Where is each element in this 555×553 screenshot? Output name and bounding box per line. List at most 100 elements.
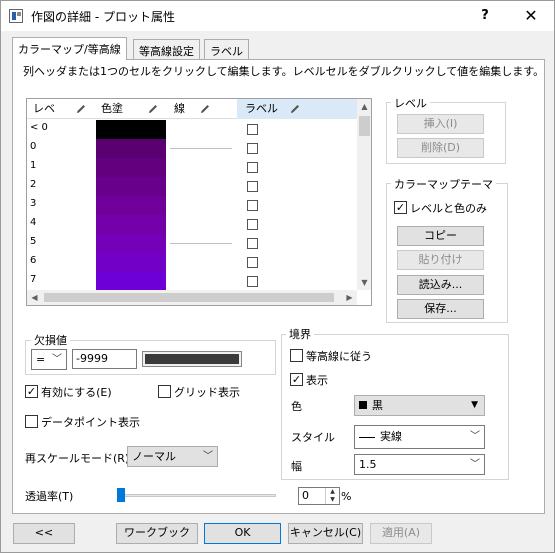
cancel-button[interactable]: キャンセル(C) [288,523,363,544]
transparency-slider-thumb[interactable] [117,488,125,502]
row-label-checkbox[interactable] [247,162,258,173]
row-label-checkbox[interactable] [247,181,258,192]
missing-value-title: 欠損値 [31,332,70,348]
pencil-icon[interactable] [147,103,159,115]
pencil-icon[interactable] [289,103,301,115]
spin-down-icon[interactable]: ▼ [326,496,339,504]
row-label-checkbox[interactable] [247,200,258,211]
scroll-down-icon[interactable]: ▼ [357,275,371,290]
show-datapoints-checkbox[interactable] [25,415,38,428]
scroll-thumb[interactable] [359,116,370,136]
boundary-style-value: 実線 [380,430,402,443]
row-label-checkbox[interactable] [247,238,258,249]
header-label-label: ラベル [245,102,278,115]
row-label-checkbox[interactable] [247,219,258,230]
row-fill-color[interactable] [96,196,166,215]
levels-colors-only-checkbox[interactable]: ✓ [394,201,407,214]
row-contour-line[interactable] [170,243,232,244]
boundary-width-label: 幅 [291,460,302,473]
table-row[interactable]: 2 [27,177,357,196]
row-level[interactable]: 4 [30,217,36,228]
tab-colormap-contour[interactable]: カラーマップ/等高線 [12,37,127,60]
row-label-checkbox[interactable] [247,124,258,135]
row-label-checkbox[interactable] [247,257,258,268]
help-button[interactable]: ? [473,5,497,27]
spin-up-icon[interactable]: ▲ [326,488,339,496]
ok-button[interactable]: OK [204,523,281,544]
row-fill-color[interactable] [96,120,166,139]
scroll-thumb[interactable] [44,293,334,302]
row-level[interactable]: 6 [30,255,36,266]
transparency-unit: % [341,490,352,503]
missing-color-swatch[interactable] [142,351,242,367]
boundary-style-select[interactable]: 実線 ﹀ [354,425,485,449]
boundary-width-select[interactable]: 1.5 ﹀ [354,454,485,475]
row-level[interactable]: < 0 [30,122,48,133]
row-level[interactable]: 0 [30,141,36,152]
row-level[interactable]: 2 [30,179,36,190]
row-contour-line[interactable] [170,148,232,149]
row-fill-color[interactable] [96,234,166,253]
chevron-down-icon: ﹀ [470,431,480,442]
horizontal-scrollbar[interactable]: ◀ ▶ [27,290,357,305]
collapse-button[interactable]: << [13,523,75,544]
table-row[interactable]: 6 [27,253,357,272]
table-row[interactable]: 3 [27,196,357,215]
close-button[interactable]: ✕ [516,5,546,27]
paste-button[interactable]: 貼り付け [397,250,484,270]
enable-checkbox[interactable]: ✓ [25,385,38,398]
workbook-button[interactable]: ワークブック [116,523,198,544]
boundary-title: 境界 [286,326,314,342]
row-fill-color[interactable] [96,158,166,177]
row-fill-color[interactable] [96,272,166,291]
chevron-down-icon: ﹀ [203,451,213,462]
follow-contour-checkbox[interactable] [290,349,303,362]
table-row[interactable]: 0 [27,139,357,158]
transparency-value: 0 [302,489,309,502]
apply-button[interactable]: 適用(A) [370,523,432,544]
spin-buttons[interactable]: ▲ ▼ [325,488,339,504]
delete-button[interactable]: 削除(D) [397,138,484,158]
table-row[interactable]: 7 [27,272,357,291]
dialog-window: 作図の詳細 - プロット属性 ? ✕ カラーマップ/等高線 等高線設定 ラベル … [0,0,555,553]
grid-show-label: グリッド表示 [174,386,240,399]
row-level[interactable]: 7 [30,274,36,285]
row-level[interactable]: 3 [30,198,36,209]
row-fill-color[interactable] [96,177,166,196]
missing-value-input[interactable]: -9999 [72,349,137,369]
row-fill-color[interactable] [96,215,166,234]
scroll-left-icon[interactable]: ◀ [27,290,42,305]
vertical-scrollbar[interactable]: ▲ ▼ [357,99,371,290]
table-row[interactable]: < 0 [27,120,357,139]
row-fill-color[interactable] [96,139,166,158]
level-grid[interactable]: レベ 色塗 線 ラベル < 0012345678 ▲ ▼ ◀ ▶ [26,98,372,306]
row-level[interactable]: 5 [30,236,36,247]
scroll-right-icon[interactable]: ▶ [342,290,357,305]
table-row[interactable]: 5 [27,234,357,253]
tab-labels[interactable]: ラベル [204,39,249,59]
row-level[interactable]: 1 [30,160,36,171]
insert-button[interactable]: 挿入(I) [397,114,484,134]
triangle-down-icon: ▼ [471,400,478,410]
pencil-icon[interactable] [199,103,211,115]
missing-operator-select[interactable]: = ﹀ [31,349,67,370]
table-row[interactable]: 1 [27,158,357,177]
show-boundary-checkbox[interactable]: ✓ [290,373,303,386]
row-label-checkbox[interactable] [247,143,258,154]
scroll-up-icon[interactable]: ▲ [357,99,371,114]
follow-contour-label: 等高線に従う [306,350,372,363]
row-label-checkbox[interactable] [247,276,258,287]
instruction-text: 列ヘッダまたは1つのセルをクリックして編集します。レベルセルをダブルクリックして… [23,65,545,78]
table-row[interactable]: 4 [27,215,357,234]
save-button[interactable]: 保存... [397,299,484,319]
boundary-color-select[interactable]: 黒 ▼ [354,395,485,416]
grid-show-checkbox[interactable] [158,385,171,398]
pencil-icon[interactable] [75,103,87,115]
tab-contour-settings[interactable]: 等高線設定 [133,39,200,59]
rescale-mode-select[interactable]: ノーマル ﹀ [127,446,218,467]
transparency-spinbox[interactable]: 0 ▲ ▼ [298,487,340,505]
load-button[interactable]: 読込み... [397,275,484,295]
row-fill-color[interactable] [96,253,166,272]
transparency-slider-track[interactable] [118,494,276,497]
copy-button[interactable]: コピー [397,226,484,246]
